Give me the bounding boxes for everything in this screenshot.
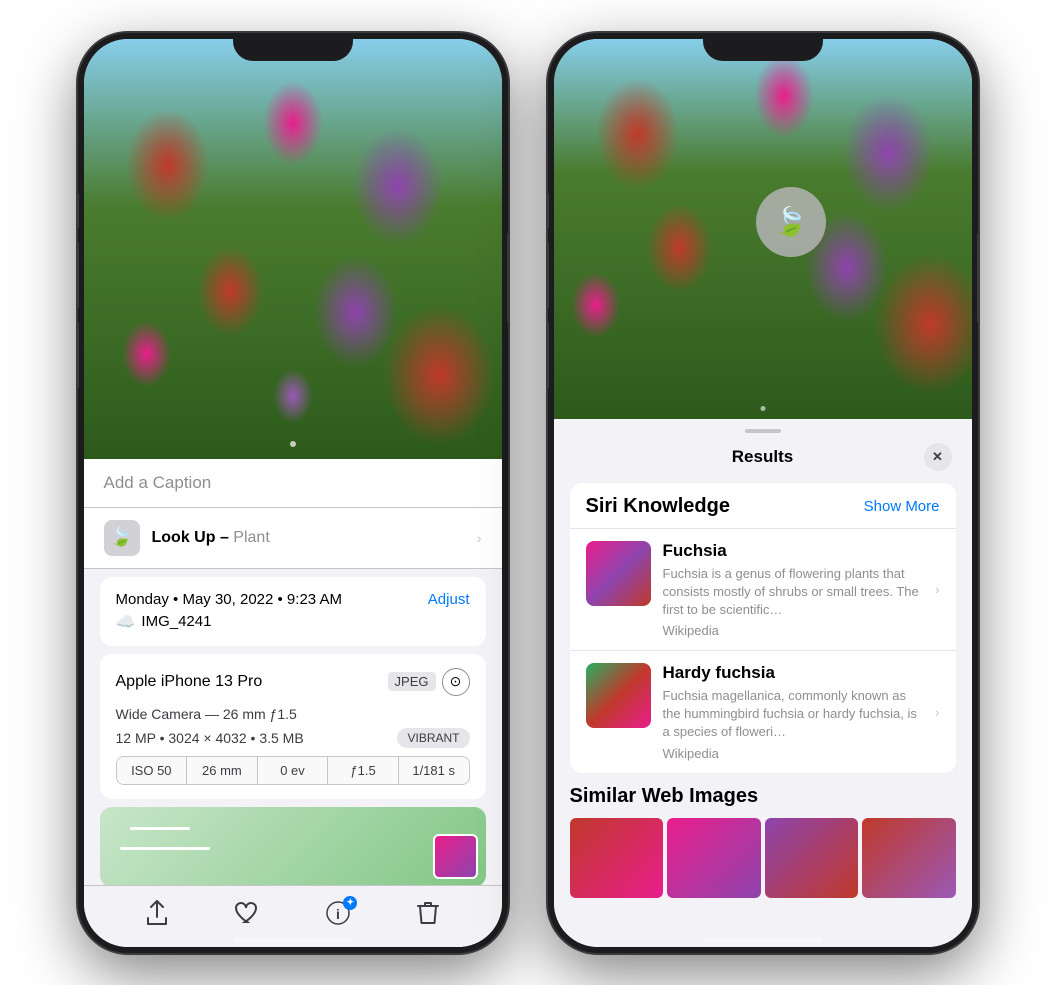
siri-knowledge-section: Siri Knowledge Show More Fuchsia Fuchsia… (570, 483, 956, 773)
favorite-button[interactable] (234, 901, 260, 932)
cloud-icon: ☁️ (116, 612, 136, 632)
camera-spec-row2: 12 MP • 3024 × 4032 • 3.5 MB VIBRANT (116, 728, 470, 748)
hardy-chevron: › (935, 704, 940, 720)
lookup-chevron: › (477, 530, 482, 546)
fuchsia-name: Fuchsia (663, 541, 923, 561)
results-header: Results ✕ (554, 433, 972, 483)
right-phone: 🍃 Results ✕ Siri Knowledge Show More (548, 33, 978, 953)
left-screen: Add a Caption 🍃 Look Up – Plant › Monday… (84, 39, 502, 947)
hardy-description: Fuchsia magellanica, commonly known as t… (663, 687, 923, 742)
exif-iso: ISO 50 (117, 757, 188, 784)
info-area: Add a Caption 🍃 Look Up – Plant › Monday… (84, 459, 502, 947)
home-indicator-right (703, 938, 823, 943)
caption-placeholder: Add a Caption (104, 473, 212, 492)
exif-aperture: ƒ1.5 (328, 757, 399, 784)
device-name: Apple iPhone 13 Pro (116, 673, 263, 691)
filename-row: ☁️ IMG_4241 (116, 612, 470, 632)
exif-focal: 26 mm (187, 757, 258, 784)
fuchsia-source: Wikipedia (663, 623, 923, 638)
photo-display[interactable] (84, 39, 502, 459)
hardy-source: Wikipedia (663, 746, 923, 761)
hardy-thumbnail (586, 663, 651, 728)
share-button[interactable] (146, 900, 168, 933)
flower-image (84, 39, 502, 459)
meta-section: Monday • May 30, 2022 • 9:23 AM Adjust ☁… (100, 577, 486, 646)
similar-image-3[interactable] (765, 818, 859, 898)
caption-field[interactable]: Add a Caption (84, 459, 502, 508)
fuchsia-description: Fuchsia is a genus of flowering plants t… (663, 565, 923, 620)
lookup-row[interactable]: 🍃 Look Up – Plant › (84, 508, 502, 569)
notch (233, 33, 353, 61)
siri-bubble-dot (760, 406, 765, 411)
similar-image-1[interactable] (570, 818, 664, 898)
hardy-content: Hardy fuchsia Fuchsia magellanica, commo… (663, 663, 923, 761)
camera-resolution: 12 MP • 3024 × 4032 • 3.5 MB (116, 730, 304, 746)
map-section[interactable] (100, 807, 486, 887)
info-badge: ✦ (343, 896, 357, 910)
fuchsia-chevron: › (935, 581, 940, 597)
delete-button[interactable] (417, 900, 439, 933)
map-photo-thumb (433, 834, 478, 879)
jpeg-badge: JPEG (388, 672, 436, 691)
similar-image-4[interactable] (862, 818, 956, 898)
vibrant-badge: VIBRANT (397, 728, 469, 748)
fuchsia-thumbnail (586, 541, 651, 606)
home-indicator (233, 938, 353, 943)
fuchsia-content: Fuchsia Fuchsia is a genus of flowering … (663, 541, 923, 639)
knowledge-header: Siri Knowledge Show More (570, 483, 956, 528)
close-button[interactable]: ✕ (924, 443, 952, 471)
lookup-icon: 🍃 (104, 520, 140, 556)
info-button[interactable]: i ✦ (325, 900, 351, 933)
filename-text: IMG_4241 (141, 613, 211, 630)
lookup-text: Look Up – Plant (152, 529, 270, 547)
svg-text:i: i (336, 906, 340, 922)
siri-leaf-icon: 🍃 (773, 205, 808, 238)
exif-ev: 0 ev (258, 757, 329, 784)
exif-row: ISO 50 26 mm 0 ev ƒ1.5 1/181 s (116, 756, 470, 785)
map-road-1 (130, 827, 190, 830)
date-text: Monday • May 30, 2022 • 9:23 AM (116, 591, 342, 608)
similar-title: Similar Web Images (570, 785, 956, 808)
show-more-button[interactable]: Show More (864, 498, 940, 515)
map-road-2 (120, 847, 210, 850)
knowledge-title: Siri Knowledge (586, 495, 730, 518)
pagination-dot (290, 441, 296, 447)
similar-image-2[interactable] (667, 818, 761, 898)
device-badges: JPEG ⊙ (388, 668, 470, 696)
notch-right (703, 33, 823, 61)
similar-images-grid (570, 818, 956, 898)
knowledge-item-fuchsia[interactable]: Fuchsia Fuchsia is a genus of flowering … (570, 528, 956, 651)
siri-visual-lookup-bubble[interactable]: 🍃 (756, 187, 826, 257)
results-title: Results (602, 447, 924, 467)
results-panel: Results ✕ Siri Knowledge Show More (554, 419, 972, 947)
left-phone: Add a Caption 🍃 Look Up – Plant › Monday… (78, 33, 508, 953)
knowledge-item-hardy[interactable]: Hardy fuchsia Fuchsia magellanica, commo… (570, 650, 956, 773)
exif-shutter: 1/181 s (399, 757, 469, 784)
camera-settings-icon[interactable]: ⊙ (442, 668, 470, 696)
similar-images-section: Similar Web Images (570, 785, 956, 898)
device-section: Apple iPhone 13 Pro JPEG ⊙ Wide Camera —… (100, 654, 486, 799)
right-screen: 🍃 Results ✕ Siri Knowledge Show More (554, 39, 972, 947)
hardy-name: Hardy fuchsia (663, 663, 923, 683)
camera-spec: Wide Camera — 26 mm ƒ1.5 (116, 706, 470, 722)
right-photo-display: 🍃 (554, 39, 972, 419)
adjust-button[interactable]: Adjust (428, 591, 470, 608)
